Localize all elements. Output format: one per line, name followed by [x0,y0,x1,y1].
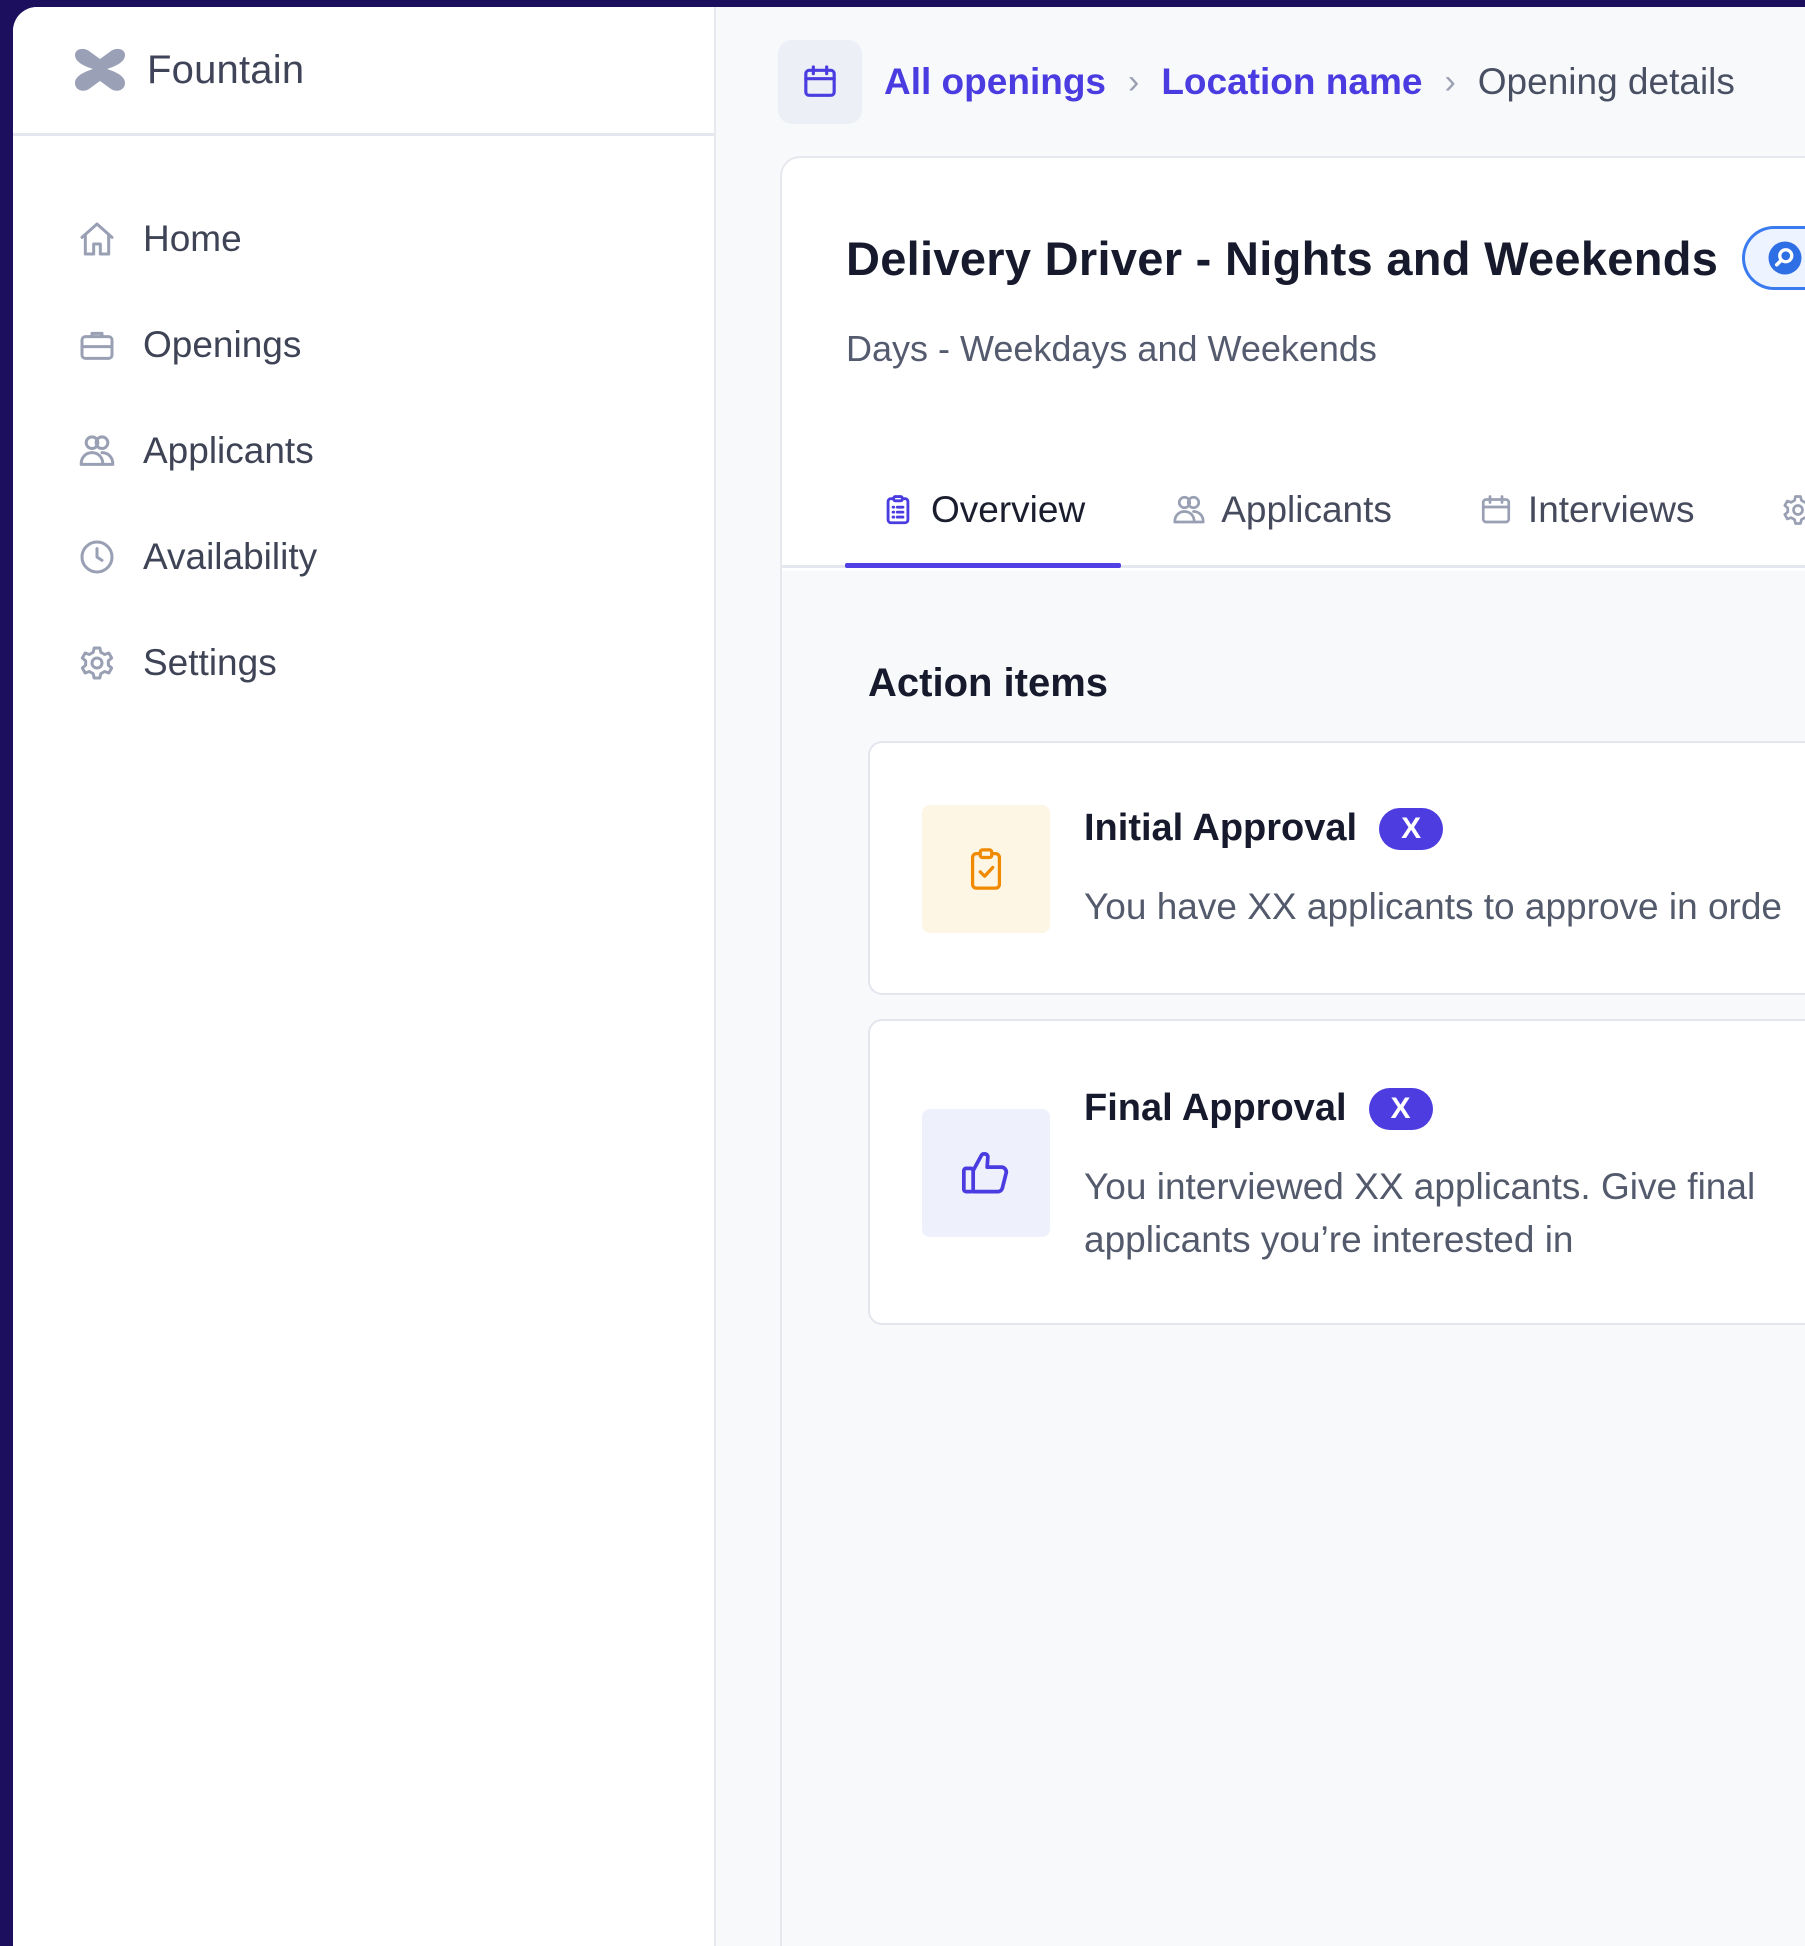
search-icon [1768,241,1802,275]
action-item-title: Final Approval [1084,1087,1347,1129]
overview-panel: Action items Initial Approval X You have… [782,571,1805,1946]
sidebar-nav: Home Openings Applicants Availability Se… [13,186,714,716]
tab-settings[interactable] [1744,455,1805,565]
action-item-initial-approval[interactable]: Initial Approval X You have XX applicant… [868,741,1805,995]
brand-header: Fountain [13,7,714,136]
users-icon [1171,490,1207,530]
app-window: Fountain Home Openings Applicants Availa… [13,7,1805,1946]
opening-subtitle: Days - Weekdays and Weekends [846,328,1377,369]
clock-icon [77,537,117,577]
clipboard-check-icon [922,805,1050,933]
sidebar-item-applicants[interactable]: Applicants [13,398,714,504]
tab-interviews[interactable]: Interviews [1442,455,1731,565]
status-badge[interactable]: A [1742,226,1805,290]
gear-icon [77,643,117,683]
chevron-right-icon: › [1128,62,1140,101]
count-badge: X [1379,807,1444,850]
section-title: Action items [868,661,1109,705]
sidebar-item-label: Availability [143,536,318,577]
breadcrumb: All openings › Location name › Opening d… [778,37,1735,127]
breadcrumb-current: Opening details [1477,61,1735,102]
fountain-logo-icon [73,47,127,93]
sidebar-item-home[interactable]: Home [13,186,714,292]
count-badge: X [1368,1087,1433,1130]
tab-bar: Overview Applicants Interviews [782,458,1805,568]
sidebar-item-availability[interactable]: Availability [13,504,714,610]
tab-applicants[interactable]: Applicants [1135,455,1428,565]
tab-label: Overview [931,489,1086,530]
sidebar-item-label: Applicants [143,430,314,471]
chevron-right-icon: › [1444,62,1456,101]
action-item-description: You have XX applicants to approve in ord… [1084,886,1783,927]
users-icon [77,431,117,471]
description-line: applicants you’re interested in [1084,1219,1574,1260]
opening-details-card: Delivery Driver - Nights and Weekends A … [780,156,1805,1946]
sidebar-item-openings[interactable]: Openings [13,292,714,398]
clipboard-list-icon [881,490,917,530]
main-content: All openings › Location name › Opening d… [718,7,1805,1946]
tab-overview[interactable]: Overview [845,455,1122,568]
breadcrumb-all-openings[interactable]: All openings [884,61,1106,103]
tab-label: Applicants [1221,489,1392,530]
opening-title: Delivery Driver - Nights and Weekends [846,231,1719,285]
sidebar-item-settings[interactable]: Settings [13,610,714,716]
thumbs-up-icon [922,1109,1050,1237]
sidebar-item-label: Home [143,218,242,259]
opening-header: Delivery Driver - Nights and Weekends A … [782,158,1805,370]
calendar-icon [1478,490,1514,530]
tab-label: Interviews [1527,489,1695,530]
action-item-title: Initial Approval [1084,807,1358,849]
sidebar-item-label: Openings [143,324,302,365]
action-item-final-approval[interactable]: Final Approval X You interviewed XX appl… [868,1019,1805,1325]
gear-icon [1780,490,1805,530]
breadcrumb-location[interactable]: Location name [1161,61,1422,103]
briefcase-icon [77,325,117,365]
brand-name: Fountain [147,47,305,92]
description-line: You interviewed XX applicants. Give fina… [1084,1166,1756,1207]
sidebar: Fountain Home Openings Applicants Availa… [13,7,716,1946]
calendar-icon [778,40,862,124]
sidebar-item-label: Settings [143,642,277,683]
home-icon [77,219,117,259]
action-item-description: You interviewed XX applicants. Give fina… [1084,1160,1805,1266]
